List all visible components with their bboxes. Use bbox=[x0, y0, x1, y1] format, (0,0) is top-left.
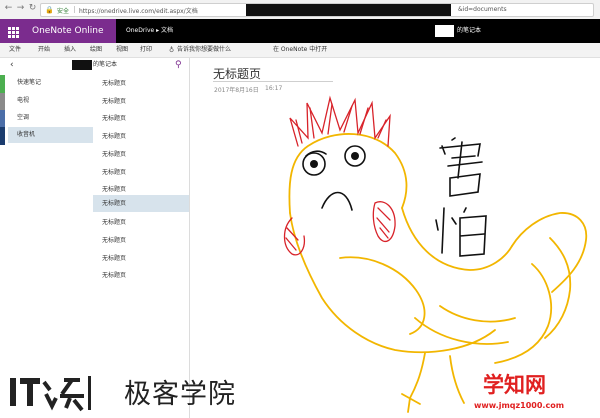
rooster-leg bbox=[409, 352, 426, 399]
section-color-tab bbox=[0, 75, 5, 93]
back-arrow-icon[interactable]: ‹ bbox=[10, 60, 14, 70]
watermark-text: 极客学院 bbox=[124, 379, 236, 410]
page-title[interactable]: 无标题页 bbox=[213, 65, 261, 82]
browser-toolbar: ← → ↻ 🔒 安全 https://onedrive.live.com/edi… bbox=[0, 0, 600, 20]
section-item-radio[interactable]: 收音机 bbox=[8, 127, 93, 143]
app-name[interactable]: OneNote Online bbox=[24, 19, 116, 43]
rooster-mouth bbox=[321, 191, 353, 211]
title-underline bbox=[213, 81, 333, 82]
page-item[interactable]: 无标题页 bbox=[93, 232, 189, 249]
url-text: https://onedrive.live.com/edit.aspx/文档 bbox=[79, 8, 198, 15]
rooster-tail bbox=[511, 212, 588, 293]
redaction-block bbox=[435, 25, 454, 37]
page-item[interactable]: 无标题页 bbox=[93, 250, 189, 267]
page-item[interactable]: 无标题页 bbox=[93, 128, 189, 145]
section-item-ac[interactable]: 空调 bbox=[8, 110, 93, 126]
watermark-site-name: 学知网 bbox=[483, 373, 546, 397]
page-item-selected[interactable]: 无标题页 bbox=[93, 195, 189, 212]
rooster-wing bbox=[339, 256, 426, 335]
section-color-tab bbox=[0, 93, 5, 111]
tab-view[interactable]: 视图 bbox=[116, 43, 128, 57]
watermark-site-url: www.jmqz1000.com bbox=[474, 401, 565, 410]
rooster-tail-feather bbox=[494, 263, 552, 364]
page-canvas[interactable]: 无标题页 2017年8月16日 16:17 bbox=[190, 58, 600, 418]
rooster-neck-back bbox=[401, 207, 513, 271]
ink-char-pa bbox=[435, 207, 487, 257]
page-time: 16:17 bbox=[265, 85, 283, 92]
rooster-belly bbox=[439, 305, 516, 323]
page-item[interactable]: 无标题页 bbox=[93, 214, 189, 231]
rooster-head-outline bbox=[288, 133, 408, 214]
tab-draw[interactable]: 绘图 bbox=[90, 43, 102, 57]
rooster-comb bbox=[289, 95, 391, 147]
page-item[interactable]: 无标题页 bbox=[93, 146, 189, 163]
reload-icon[interactable]: ↻ bbox=[27, 3, 38, 14]
secure-label: 安全 bbox=[57, 8, 70, 15]
lock-icon: 🔒 bbox=[45, 6, 54, 14]
tab-home[interactable]: 开始 bbox=[38, 43, 50, 57]
page-date: 2017年8月16日 bbox=[214, 87, 259, 94]
open-in-onenote-button[interactable]: 在 OneNote 中打开 bbox=[273, 43, 327, 57]
forward-icon[interactable]: → bbox=[15, 3, 26, 14]
pages-pane: 的笔记本 ⚲ 无标题页 无标题页 无标题页 无标题页 无标题页 无标题页 无标题… bbox=[72, 58, 190, 418]
sections-pane: ‹ 快速笔记 电视 空调 收音机 bbox=[0, 58, 94, 418]
page-item[interactable]: 无标题页 bbox=[93, 75, 189, 92]
back-icon[interactable]: ← bbox=[3, 3, 14, 14]
divider bbox=[74, 6, 75, 13]
section-color-tab bbox=[0, 110, 5, 128]
section-item-tv[interactable]: 电视 bbox=[8, 93, 93, 109]
app-launcher-icon[interactable] bbox=[0, 19, 24, 43]
address-bar[interactable]: 🔒 安全 https://onedrive.live.com/edit.aspx… bbox=[40, 3, 594, 17]
ink-drawing-rooster bbox=[283, 95, 588, 413]
page-item[interactable]: 无标题页 bbox=[93, 164, 189, 181]
breadcrumb[interactable]: OneDrive ▸ 文档 bbox=[126, 19, 173, 43]
redaction-block bbox=[246, 4, 451, 16]
rooster-pupil bbox=[310, 160, 318, 168]
rooster-leg bbox=[449, 355, 465, 404]
section-item-quick-notes[interactable]: 快速笔记 bbox=[8, 75, 93, 91]
ink-char-hai bbox=[439, 137, 483, 197]
rooster-pupil bbox=[351, 152, 359, 160]
redaction-block bbox=[72, 60, 92, 70]
section-color-tab bbox=[0, 127, 5, 145]
page-item[interactable]: 无标题页 bbox=[93, 110, 189, 127]
tell-me-search[interactable]: 告诉我你想要做什么 bbox=[177, 43, 231, 57]
page-item[interactable]: 无标题页 bbox=[93, 267, 189, 284]
tab-print[interactable]: 打印 bbox=[140, 43, 152, 57]
tab-insert[interactable]: 插入 bbox=[64, 43, 76, 57]
notebook-title: 的笔记本 bbox=[93, 61, 118, 68]
page-item[interactable]: 无标题页 bbox=[93, 93, 189, 110]
app-header: OneNote Online OneDrive ▸ 文档 的笔记本 bbox=[0, 19, 600, 43]
url-text-suffix: &id=documents bbox=[458, 6, 507, 13]
search-icon[interactable]: ⚲ bbox=[175, 60, 182, 70]
rooster-cheek-scribble bbox=[376, 207, 391, 239]
ribbon: 文件 开始 插入 绘图 视图 打印 ♁ 告诉我你想要做什么 在 OneNote … bbox=[0, 43, 600, 58]
tab-file[interactable]: 文件 bbox=[9, 43, 21, 57]
rooster-neck-front bbox=[289, 212, 496, 354]
notebook-name[interactable]: 的笔记本 bbox=[457, 19, 481, 43]
rooster-cheek bbox=[372, 201, 396, 243]
lightbulb-icon: ♁ bbox=[169, 46, 175, 54]
